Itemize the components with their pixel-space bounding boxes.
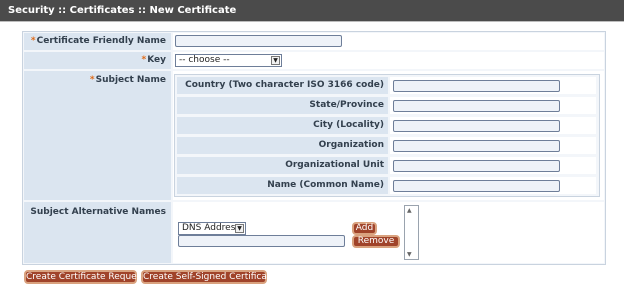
common-name-label: Name (Common Name): [177, 177, 388, 194]
required-marker: *: [89, 75, 95, 85]
scroll-up-icon[interactable]: ▲: [407, 207, 412, 214]
key-select[interactable]: -- choose -- ▼: [175, 54, 282, 67]
remove-button[interactable]: Remove: [352, 235, 400, 248]
organizational-unit-label: Organizational Unit: [177, 157, 388, 174]
key-label: *Key: [24, 52, 171, 69]
san-type-select-value: DNS Address: [182, 223, 241, 233]
key-label-text: Key: [147, 55, 166, 65]
required-marker: *: [30, 36, 36, 46]
key-cell: -- choose -- ▼: [173, 52, 604, 69]
state-province-label: State/Province: [177, 97, 388, 114]
subject-name-label-text: Subject Name: [95, 75, 166, 85]
common-name-input[interactable]: [393, 180, 560, 192]
friendly-name-input[interactable]: [175, 35, 342, 47]
required-marker: *: [141, 55, 147, 65]
country-label: Country (Two character ISO 3166 code): [177, 77, 388, 94]
san-list[interactable]: ▲ ▼: [404, 205, 419, 260]
page-title: Security :: Certificates :: New Certific…: [0, 0, 624, 22]
san-value-input[interactable]: [178, 235, 345, 247]
san-type-select[interactable]: DNS Address ▼: [178, 222, 246, 235]
organizational-unit-cell: [390, 157, 596, 174]
city-label: City (Locality): [177, 117, 388, 134]
add-button[interactable]: Add: [352, 222, 377, 235]
organization-label: Organization: [177, 137, 388, 154]
create-certificate-request-button[interactable]: Create Certificate Request: [24, 270, 145, 284]
friendly-name-cell: [173, 33, 604, 50]
subject-name-label: *Subject Name: [24, 71, 171, 200]
subject-alt-names-label: Subject Alternative Names: [24, 202, 171, 263]
subject-name-subtable: Country (Two character ISO 3166 code) St…: [174, 74, 600, 197]
city-input[interactable]: [393, 120, 560, 132]
country-input[interactable]: [393, 80, 560, 92]
scroll-down-icon[interactable]: ▼: [407, 251, 412, 258]
organization-input[interactable]: [393, 140, 560, 152]
organization-cell: [390, 137, 596, 154]
organizational-unit-input[interactable]: [393, 160, 560, 172]
state-province-input[interactable]: [393, 100, 560, 112]
key-select-value: -- choose --: [179, 55, 230, 65]
chevron-down-icon: ▼: [235, 224, 244, 233]
friendly-name-label-text: Certificate Friendly Name: [36, 36, 166, 46]
country-cell: [390, 77, 596, 94]
city-cell: [390, 117, 596, 134]
friendly-name-label: *Certificate Friendly Name: [24, 33, 171, 50]
common-name-cell: [390, 177, 596, 194]
chevron-down-icon: ▼: [271, 56, 280, 65]
create-self-signed-certificate-button[interactable]: Create Self-Signed Certificate: [141, 270, 276, 284]
state-province-cell: [390, 97, 596, 114]
